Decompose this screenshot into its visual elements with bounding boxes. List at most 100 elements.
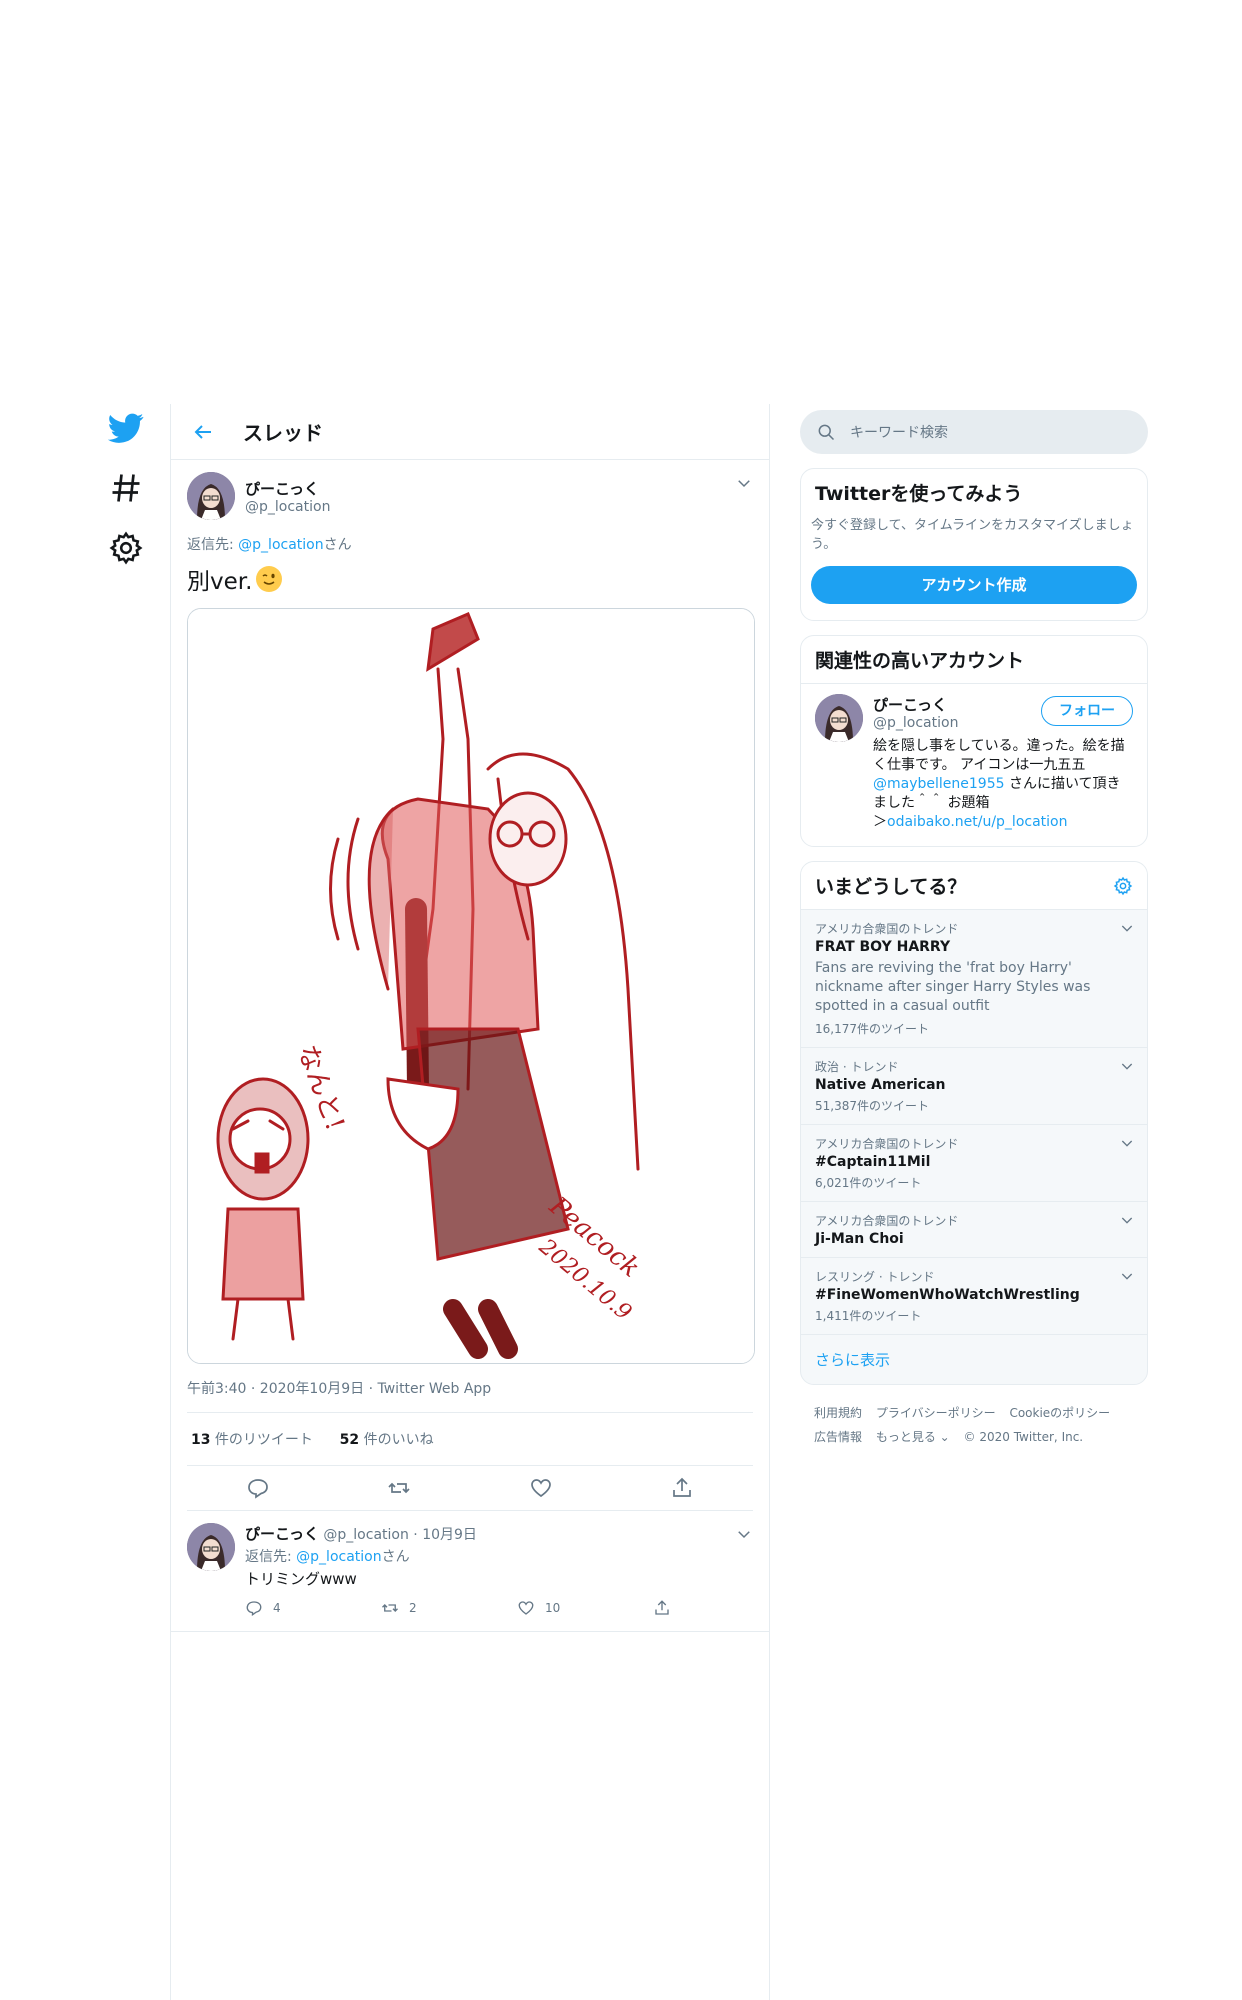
trends-header: いまどうしてる？	[801, 862, 1147, 910]
reply-text: トリミングwww	[245, 1570, 357, 1588]
reply-icon	[246, 1601, 262, 1617]
trend-context: アメリカ合衆国のトレンド	[815, 922, 959, 936]
search-input[interactable]: キーワード検索	[800, 410, 1148, 454]
tweet-timestamp[interactable]: 午前3:40 · 2020年10月9日 · Twitter Web App	[187, 1378, 753, 1413]
chevron-down-icon[interactable]	[1119, 920, 1135, 936]
trend-name: #FineWomenWhoWatchWrestling	[815, 1287, 1080, 1303]
trend-item[interactable]: アメリカ合衆国のトレンド FRAT BOY HARRY Fans are rev…	[801, 910, 1147, 1048]
reply-date[interactable]: · 10月9日	[409, 1527, 477, 1543]
trend-context: レスリング · トレンド	[815, 1270, 935, 1284]
chevron-down-icon[interactable]	[1119, 1058, 1135, 1074]
avatar[interactable]	[187, 1523, 235, 1571]
retweet-icon[interactable]	[387, 1476, 411, 1500]
tweet-text: 別ver.	[187, 562, 753, 596]
trend-context: アメリカ合衆国のトレンド	[815, 1137, 959, 1151]
search-placeholder: キーワード検索	[850, 425, 948, 441]
page-title: スレッド	[243, 421, 323, 445]
footer-more-link[interactable]: もっと見る ⌄	[876, 1430, 950, 1444]
trend-name: #Captain11Mil	[815, 1154, 931, 1170]
footer-terms-link[interactable]: 利用規約	[814, 1406, 862, 1420]
settings-gear-icon[interactable]	[108, 530, 144, 566]
reply-suffix: さん	[381, 1549, 410, 1565]
create-account-button[interactable]: アカウント作成	[811, 566, 1137, 604]
main-column: スレッド ぴーこっく @p_location 返信先: @p_locationさ…	[170, 404, 770, 2000]
signup-title: Twitterを使ってみよう	[815, 483, 1023, 505]
trend-count: 16,177件のツイート	[815, 1022, 929, 1036]
trend-item[interactable]: アメリカ合衆国のトレンド #Captain11Mil 6,021件のツイート	[801, 1125, 1147, 1202]
trend-count: 1,411件のツイート	[815, 1309, 922, 1323]
author-handle[interactable]: @p_location	[245, 499, 330, 515]
main-tweet: ぴーこっく @p_location 返信先: @p_locationさん 別ve…	[171, 460, 769, 1511]
retweet-stats[interactable]: 13 件のリツイート	[191, 1432, 313, 1448]
like-label: 件のいいね	[359, 1432, 434, 1448]
trend-item[interactable]: 政治 · トレンド Native American 51,387件のツイート	[801, 1048, 1147, 1125]
footer-cookie-link[interactable]: Cookieのポリシー	[1009, 1406, 1110, 1420]
retweet-count: 2	[409, 1601, 417, 1615]
thread-header: スレッド	[171, 404, 769, 460]
signup-card: Twitterを使ってみよう 今すぐ登録して、タイムラインをカスタマイズしましょ…	[800, 468, 1148, 621]
reply-reply-button[interactable]: 4	[245, 1599, 381, 1617]
illustration-sketch: なんと! Peacock 2020.10.9	[188, 609, 754, 1363]
chevron-down-icon[interactable]	[1119, 1212, 1135, 1228]
reply-author-name[interactable]: ぴーこっく	[245, 1525, 319, 1543]
like-count: 10	[545, 1601, 561, 1615]
trend-item[interactable]: アメリカ合衆国のトレンド Ji-Man Choi	[801, 1202, 1147, 1258]
hashtag-icon[interactable]	[108, 470, 144, 506]
trend-name: Native American	[815, 1077, 946, 1093]
reply-author-handle[interactable]: @p_location	[323, 1527, 408, 1543]
tweet-stats: 13 件のリツイート 52 件のいいね	[187, 1413, 753, 1466]
reply-handle-link[interactable]: @p_location	[238, 537, 323, 553]
tweet-actions	[187, 1466, 753, 1511]
reply-retweet-button[interactable]: 2	[381, 1599, 517, 1617]
reply-handle-link[interactable]: @p_location	[296, 1549, 381, 1565]
related-title: 関連性の高いアカウント	[801, 636, 1147, 684]
trend-name: FRAT BOY HARRY	[815, 939, 951, 955]
related-bio: 絵を隠し事をしている。違った。絵を描く仕事です。 アイコンは一九五五 @mayb…	[873, 737, 1133, 832]
reply-icon[interactable]	[246, 1476, 270, 1500]
chevron-down-icon[interactable]	[1119, 1268, 1135, 1284]
footer-ads-link[interactable]: 広告情報	[814, 1430, 862, 1444]
chevron-down-icon[interactable]	[735, 474, 753, 492]
author-name[interactable]: ぴーこっく	[245, 478, 330, 499]
like-heart-icon[interactable]	[529, 1476, 553, 1500]
reply-prefix: 返信先:	[245, 1549, 297, 1565]
bio-url-link[interactable]: odaibako.net/u/p_location	[887, 814, 1067, 830]
bio-mention-link[interactable]: @maybellene1955	[873, 776, 1005, 792]
tweet-author[interactable]: ぴーこっく @p_location	[187, 472, 753, 520]
bio-arrow: ＞	[873, 814, 887, 830]
avatar[interactable]	[815, 694, 863, 742]
like-stats[interactable]: 52 件のいいね	[340, 1432, 434, 1448]
trend-context: アメリカ合衆国のトレンド	[815, 1214, 959, 1228]
retweet-count: 13	[191, 1432, 211, 1448]
reply-share-button[interactable]	[653, 1599, 789, 1617]
chevron-down-icon[interactable]	[1119, 1135, 1135, 1151]
right-sidebar: キーワード検索 Twitterを使ってみよう 今すぐ登録して、タイムラインをカス…	[800, 410, 1148, 1465]
reply-count: 4	[273, 1601, 281, 1615]
share-icon[interactable]	[670, 1476, 694, 1500]
reply-like-button[interactable]: 10	[517, 1599, 653, 1617]
chevron-down-icon[interactable]	[735, 1525, 753, 1543]
settings-gear-icon[interactable]	[1113, 876, 1133, 896]
related-account[interactable]: ぴーこっく @p_location 絵を隠し事をしている。違った。絵を描く仕事で…	[801, 684, 1147, 846]
trend-item[interactable]: レスリング · トレンド #FineWomenWhoWatchWrestling…	[801, 1258, 1147, 1335]
reply-suffix: さん	[323, 537, 352, 553]
tweet-body: 別ver.	[187, 569, 253, 595]
reply-header: ぴーこっく @p_location · 10月9日	[245, 1523, 789, 1544]
reply-prefix: 返信先:	[187, 537, 239, 553]
show-more-link[interactable]: さらに表示	[801, 1335, 1147, 1384]
trends-title: いまどうしてる？	[815, 876, 967, 898]
footer-privacy-link[interactable]: プライバシーポリシー	[876, 1406, 996, 1420]
reply-to: 返信先: @p_locationさん	[187, 534, 753, 554]
like-count: 52	[339, 1432, 360, 1448]
reply-tweet[interactable]: ぴーこっく @p_location · 10月9日 返信先: @p_locati…	[171, 1511, 769, 1632]
trend-count: 51,387件のツイート	[815, 1099, 929, 1113]
tweet-image[interactable]: なんと! Peacock 2020.10.9	[187, 608, 755, 1364]
retweet-icon	[382, 1604, 398, 1612]
footer-copyright: © 2020 Twitter, Inc.	[963, 1430, 1084, 1444]
trend-name: Ji-Man Choi	[815, 1231, 904, 1247]
related-accounts-card: 関連性の高いアカウント ぴーこっく @p_location 絵を隠し事をしている…	[800, 635, 1148, 847]
back-arrow-icon[interactable]	[191, 420, 215, 444]
avatar[interactable]	[187, 472, 235, 520]
follow-button[interactable]: フォロー	[1041, 696, 1133, 726]
twitter-logo-icon[interactable]	[108, 410, 144, 446]
